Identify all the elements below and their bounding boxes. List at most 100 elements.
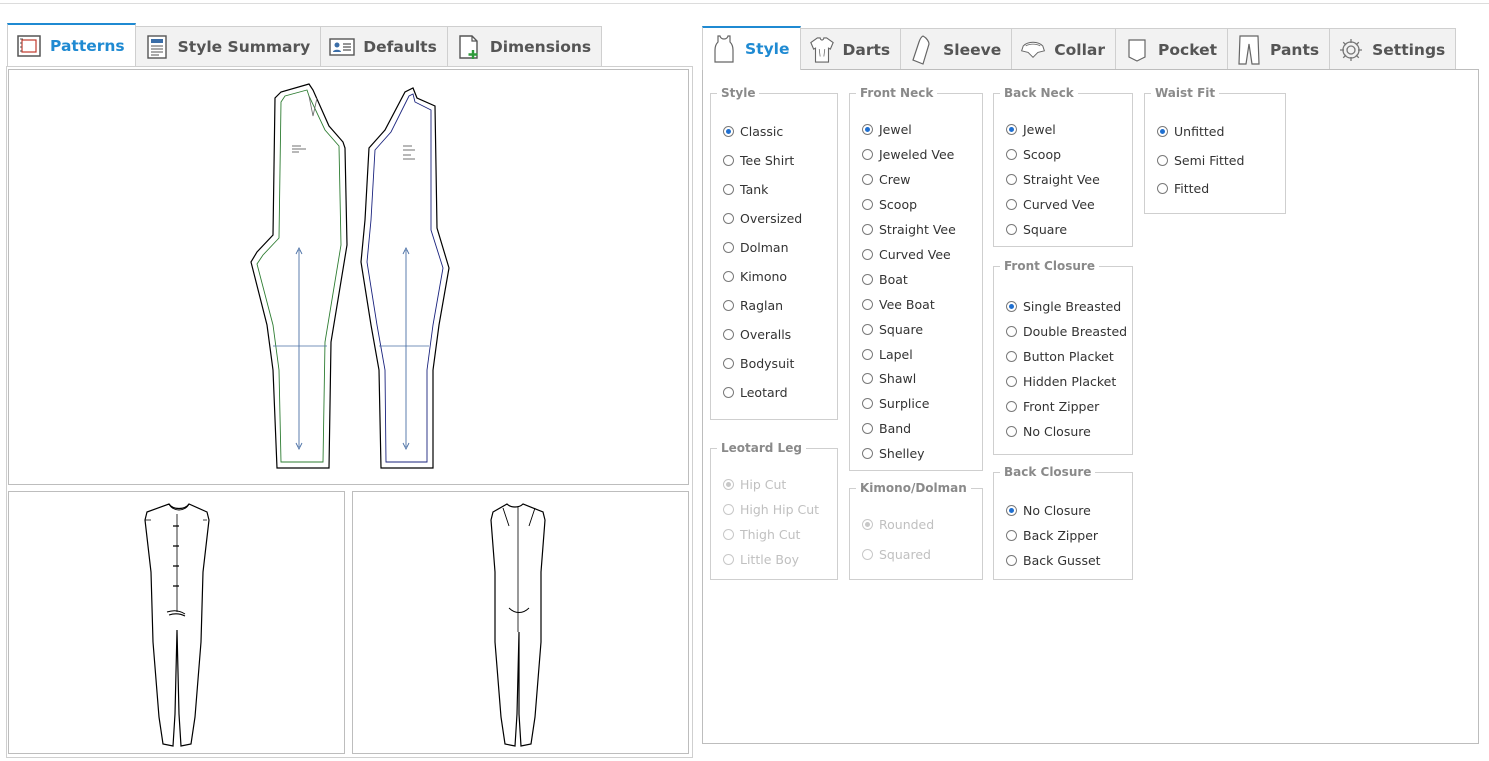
radio-button[interactable] [723,242,734,253]
front-neck-option[interactable]: Jewel [862,122,912,137]
radio-button[interactable] [723,213,734,224]
front-sketch-view[interactable] [8,491,345,754]
front-neck-option[interactable]: Curved Vee [862,247,951,262]
front-closure-option[interactable]: No Closure [1006,424,1091,439]
radio-button[interactable] [862,423,873,434]
radio-button[interactable] [1006,199,1017,210]
style-option[interactable]: Overalls [723,327,791,342]
waist-fit-option[interactable]: Fitted [1157,181,1209,196]
front-neck-option[interactable]: Crew [862,172,911,187]
front-neck-option[interactable]: Square [862,322,923,337]
waist-fit-option[interactable]: Semi Fitted [1157,153,1244,168]
waist-fit-option[interactable]: Unfitted [1157,124,1224,139]
radio-button[interactable] [1006,326,1017,337]
front-neck-option[interactable]: Lapel [862,347,913,362]
radio-button[interactable] [862,324,873,335]
front-neck-option[interactable]: Scoop [862,197,917,212]
front-closure-option[interactable]: Hidden Placket [1006,374,1116,389]
front-neck-option[interactable]: Straight Vee [862,222,956,237]
radio-button[interactable] [1006,530,1017,541]
tab-pocket[interactable]: Pocket [1115,28,1229,70]
front-closure-option[interactable]: Button Placket [1006,349,1114,364]
back-closure-option[interactable]: Back Zipper [1006,528,1098,543]
radio-button[interactable] [1006,174,1017,185]
tab-dimensions[interactable]: Dimensions [446,26,603,66]
radio-button[interactable] [862,174,873,185]
back-closure-option[interactable]: Back Gusset [1006,553,1101,568]
collar-icon [1020,37,1046,63]
tab-sleeve[interactable]: Sleeve [900,28,1013,70]
front-neck-option[interactable]: Band [862,421,911,436]
style-option[interactable]: Dolman [723,240,789,255]
radio-button[interactable] [862,448,873,459]
tab-style[interactable]: Style [702,26,801,70]
radio-button[interactable] [723,271,734,282]
radio-button[interactable] [1006,426,1017,437]
radio-button[interactable] [723,329,734,340]
back-closure-option[interactable]: No Closure [1006,503,1091,518]
tab-defaults[interactable]: Defaults [320,26,448,66]
tab-pants[interactable]: Pants [1227,28,1331,70]
front-closure-option[interactable]: Front Zipper [1006,399,1099,414]
style-option[interactable]: Oversized [723,211,802,226]
tab-settings[interactable]: Settings [1329,28,1457,70]
front-closure-option-label: Button Placket [1023,349,1114,364]
style-option[interactable]: Raglan [723,298,783,313]
front-closure-option[interactable]: Single Breasted [1006,299,1121,314]
radio-button[interactable] [862,149,873,160]
back-neck-option[interactable]: Jewel [1006,122,1056,137]
front-closure-option[interactable]: Double Breasted [1006,324,1127,339]
style-option[interactable]: Bodysuit [723,356,794,371]
back-neck-option[interactable]: Straight Vee [1006,172,1100,187]
radio-button[interactable] [1006,376,1017,387]
radio-button[interactable] [862,349,873,360]
radio-button[interactable] [1006,401,1017,412]
radio-button[interactable] [723,155,734,166]
front-neck-option[interactable]: Shawl [862,371,916,386]
tab-style-summary[interactable]: Style Summary [134,26,322,66]
style-option[interactable]: Kimono [723,269,787,284]
front-neck-option[interactable]: Shelley [862,446,925,461]
radio-button[interactable] [723,300,734,311]
radio-button[interactable] [862,224,873,235]
style-option[interactable]: Leotard [723,385,788,400]
front-neck-option[interactable]: Boat [862,272,908,287]
front-neck-option[interactable]: Jeweled Vee [862,147,954,162]
radio-button[interactable] [1006,505,1017,516]
radio-button[interactable] [1157,155,1168,166]
tab-collar[interactable]: Collar [1011,28,1117,70]
radio-button[interactable] [862,249,873,260]
radio-button[interactable] [862,398,873,409]
radio-button[interactable] [1157,183,1168,194]
back-neck-option[interactable]: Square [1006,222,1067,237]
back-neck-option[interactable]: Scoop [1006,147,1061,162]
radio-button[interactable] [1006,555,1017,566]
radio-button[interactable] [862,124,873,135]
radio-button[interactable] [1006,301,1017,312]
style-option[interactable]: Tank [723,182,768,197]
radio-button[interactable] [1006,351,1017,362]
radio-button[interactable] [1006,149,1017,160]
radio-button[interactable] [723,387,734,398]
back-neck-option-label: Straight Vee [1023,172,1100,187]
back-sketch-view[interactable] [352,491,689,754]
tab-patterns[interactable]: Patterns [7,23,136,66]
radio-button[interactable] [862,274,873,285]
radio-button[interactable] [1157,126,1168,137]
back-neck-option[interactable]: Curved Vee [1006,197,1095,212]
style-option[interactable]: Tee Shirt [723,153,794,168]
radio-button[interactable] [862,299,873,310]
radio-button[interactable] [862,373,873,384]
radio-button[interactable] [1006,224,1017,235]
radio-button[interactable] [862,199,873,210]
tab-darts[interactable]: Darts [799,28,902,70]
radio-button[interactable] [723,184,734,195]
radio-button[interactable] [723,126,734,137]
front-neck-option[interactable]: Surplice [862,396,929,411]
back-garment-sketch [490,503,546,747]
pattern-pieces-view[interactable] [8,69,689,485]
radio-button[interactable] [723,358,734,369]
radio-button[interactable] [1006,124,1017,135]
style-option[interactable]: Classic [723,124,783,139]
front-neck-option[interactable]: Vee Boat [862,297,935,312]
